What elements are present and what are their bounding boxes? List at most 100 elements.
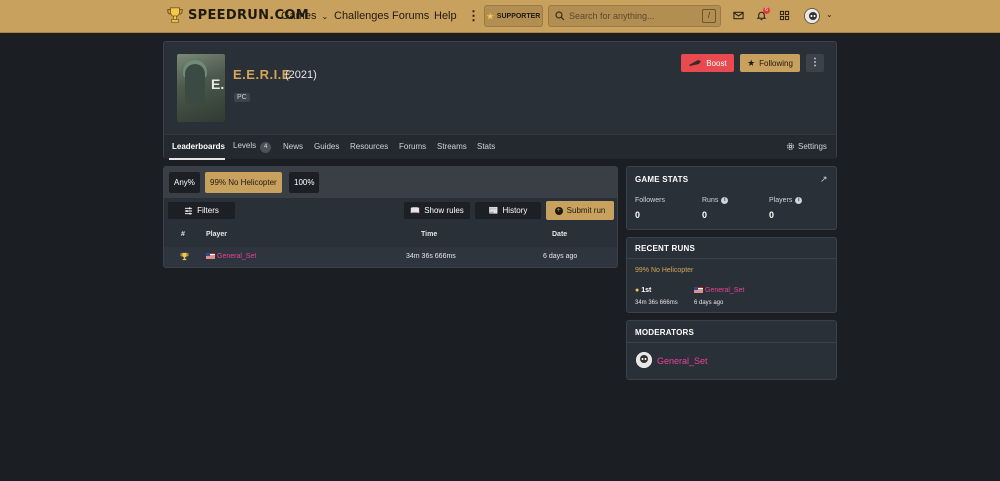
filters-label: Filters [197,206,219,215]
game-header: E.E E.E.R.I.E (2021) PC Boost ★ Followin… [163,41,837,160]
us-flag-icon [206,253,215,260]
tab-forums[interactable]: Forums [399,142,426,151]
followers-label: Followers [635,197,665,204]
external-link-icon[interactable]: ↗ [820,174,828,185]
submit-run-button[interactable]: + Submit run [546,201,614,220]
history-icon: 📰 [488,206,499,215]
run-date: 6 days ago [543,253,578,260]
category-any[interactable]: Any% [169,172,200,193]
grid-icon[interactable] [779,10,790,21]
game-stats-panel: GAME STATS ↗ Followers 0 Runs i 0 Players… [626,166,837,230]
tab-levels-label: Levels [233,141,257,150]
history-label: History [502,206,528,215]
game-tabs: Leaderboards Levels 4 News Guides Resourc… [164,134,836,160]
submit-run-label: Submit run [566,206,606,215]
supporter-label: SUPPORTER [496,12,541,20]
nav-forums-label: Forums [392,10,430,22]
nav-forums[interactable]: Forums [392,10,429,22]
avatar-image [636,352,652,368]
book-icon: 📖 [410,206,421,215]
info-icon[interactable]: i [721,197,729,204]
category-bar: Any% 99% No Helicopter 100% [164,167,617,198]
filters-button[interactable]: Filters [168,202,235,219]
table-row[interactable]: General_Set 34m 36s 666ms 6 days ago [164,247,617,267]
nav-challenges[interactable]: Challenges [334,10,389,22]
recent-run-player[interactable]: General_Set [694,287,744,294]
settings-label: Settings [798,142,827,151]
players-stat: Players i [769,197,803,204]
leaderboard-panel: Any% 99% No Helicopter 100% Filters 📖 Sh… [163,166,618,268]
run-time: 34m 36s 666ms [406,253,456,260]
place-label: 1st [641,287,652,294]
show-rules-button[interactable]: 📖 Show rules [404,202,470,219]
column-date: Date [552,231,568,238]
history-button[interactable]: 📰 History [475,202,541,219]
user-avatar[interactable] [804,8,820,24]
settings-button[interactable]: Settings [786,142,827,151]
moderator-avatar[interactable] [636,352,652,368]
tab-leaderboards[interactable]: Leaderboards [172,142,225,151]
tab-resources[interactable]: Resources [350,142,388,151]
column-time: Time [421,231,438,238]
column-player: Player [206,231,228,238]
cover-art-figure [185,64,205,104]
player-name: General_Set [217,253,257,260]
trophy-icon: ● [635,287,640,294]
tab-guides[interactable]: Guides [314,142,339,151]
players-label: Players [769,197,793,204]
recent-runs-panel: RECENT RUNS 99% No Helicopter ● 1st 34m … [626,237,837,313]
recent-run-date: 6 days ago [694,300,724,306]
tab-streams[interactable]: Streams [437,142,467,151]
platform-badge[interactable]: PC [234,93,250,102]
top-navbar: SPEEDRUN.COM Games ⌄ Challenges Forums H… [0,0,1000,33]
player-cell[interactable]: General_Set [206,253,256,260]
gear-icon [787,143,794,150]
levels-count-badge: 4 [260,142,272,153]
rocket-icon [689,60,702,66]
game-year: (2021) [285,69,317,81]
more-options-icon[interactable]: ⋮ [806,54,824,72]
recent-run-category[interactable]: 99% No Helicopter [635,267,693,274]
search-bar: / [548,5,721,27]
search-shortcut-key: / [702,9,716,23]
active-tab-indicator [169,158,225,160]
us-flag-icon [694,287,703,294]
game-stats-heading: GAME STATS [635,175,689,184]
info-icon[interactable]: i [795,197,803,204]
following-button[interactable]: ★ Following [740,54,800,72]
search-input[interactable] [569,9,699,23]
nav-challenges-label: Challenges [334,10,390,22]
boost-button[interactable]: Boost [681,54,734,72]
divider [627,342,836,343]
column-rank: # [181,231,185,238]
supporter-button[interactable]: ★ SUPPORTER [484,5,543,27]
nav-games-label: Games [281,10,317,22]
trophy-icon [180,252,189,263]
notification-badge: 6 [763,7,770,14]
star-icon: ★ [747,57,756,68]
game-cover[interactable]: E.E [177,54,225,122]
nav-games[interactable]: Games ⌄ [281,10,328,22]
tab-news[interactable]: News [283,142,303,151]
chevron-down-icon[interactable]: ⌄ [826,10,833,19]
show-rules-label: Show rules [424,206,464,215]
more-menu-icon[interactable]: ⋮ [467,8,480,24]
runs-value: 0 [702,210,708,220]
runs-stat: Runs i [702,197,729,204]
category-99-no-helicopter[interactable]: 99% No Helicopter [205,172,282,193]
tab-levels[interactable]: Levels 4 [233,141,272,153]
sliders-icon [185,206,193,215]
tab-stats[interactable]: Stats [477,142,495,151]
game-title: E.E.R.I.E [233,67,291,82]
divider [627,258,836,259]
cover-text: E.E [211,76,225,92]
recent-run-time: 34m 36s 666ms [635,300,678,306]
following-label: Following [759,58,793,68]
mail-icon[interactable] [733,10,744,21]
category-100[interactable]: 100% [289,172,320,193]
followers-value: 0 [635,210,641,220]
recent-runs-heading: RECENT RUNS [635,244,695,253]
nav-help-label: Help [434,10,457,22]
moderator-name[interactable]: General_Set [657,356,708,366]
nav-help[interactable]: Help [434,10,457,22]
